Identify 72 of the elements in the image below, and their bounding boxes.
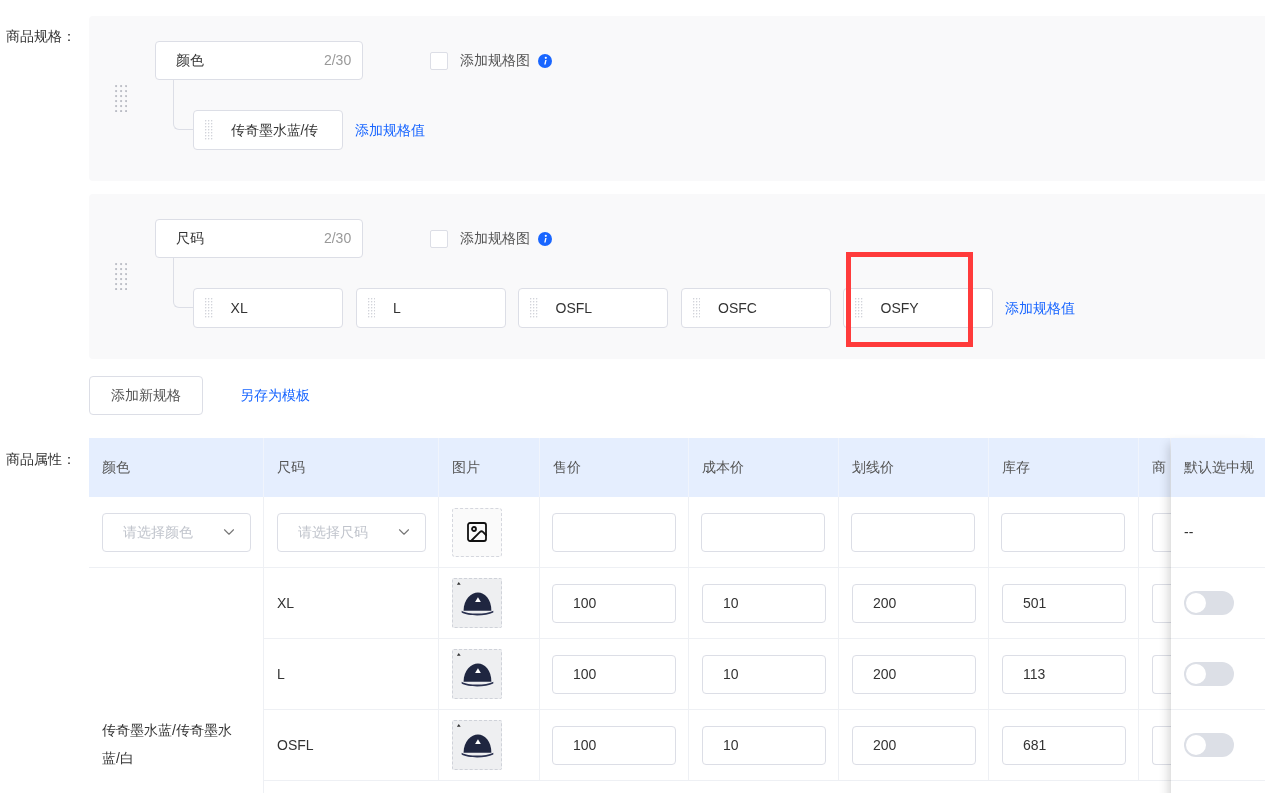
input-field[interactable]: 10 — [702, 583, 826, 623]
input-field[interactable]: 100 — [552, 654, 676, 694]
spec-value-input[interactable]: OSFY — [843, 288, 994, 328]
spec-name-input[interactable]: 尺码 2/30 — [155, 219, 364, 258]
spec-value-input[interactable]: XL — [193, 288, 344, 328]
column-header: 尺码 — [277, 458, 305, 477]
info-icon — [538, 231, 553, 246]
toggle-switch[interactable] — [1184, 591, 1234, 615]
input-field[interactable] — [1152, 725, 1171, 765]
drag-handle-icon[interactable] — [205, 120, 213, 140]
column-header: 库存 — [1002, 458, 1030, 477]
column-header: 颜色 — [102, 458, 130, 477]
cap-thumbnail — [452, 720, 502, 770]
drag-handle-icon[interactable] — [855, 298, 863, 318]
column-header: 划线价 — [852, 458, 894, 477]
input-field[interactable]: 200 — [852, 583, 976, 623]
cap-thumbnail — [452, 578, 502, 628]
save-template-link[interactable]: 另存为模板 — [240, 385, 310, 406]
column-header: 商 — [1152, 458, 1166, 477]
input-field[interactable]: 501 — [1002, 583, 1126, 623]
table-cell-text: OSFL — [277, 735, 314, 755]
input-field[interactable]: 681 — [1002, 725, 1126, 765]
cap-thumbnail — [452, 649, 502, 699]
image-upload-button[interactable] — [452, 507, 502, 557]
table-cell-text: L — [277, 664, 285, 684]
checkbox[interactable] — [430, 229, 449, 248]
input-field[interactable]: 10 — [702, 725, 826, 765]
input-field[interactable]: 113 — [1002, 654, 1126, 694]
spec-value-input[interactable]: OSFC — [680, 288, 831, 328]
input-field[interactable]: 200 — [852, 654, 976, 694]
column-header: 默认选中规 — [1184, 458, 1254, 477]
input-field[interactable] — [851, 512, 975, 552]
drag-handle-icon[interactable] — [205, 298, 213, 318]
spec-value-input[interactable]: 传奇墨水蓝/传 — [193, 110, 344, 150]
add-value-link[interactable]: 添加规格值 — [1005, 297, 1076, 319]
input-field[interactable] — [1152, 512, 1171, 552]
checkbox-label: 添加规格图 — [460, 229, 531, 248]
spec-name-input[interactable]: 颜色 2/30 — [155, 41, 364, 80]
info-icon — [538, 53, 553, 68]
drag-handle-icon[interactable] — [115, 262, 128, 291]
input-field[interactable]: 100 — [552, 725, 676, 765]
table-cell-text: 传奇墨水蓝/传奇墨水蓝/白 — [102, 721, 233, 768]
drag-handle-icon[interactable] — [530, 298, 538, 318]
spec-value-input[interactable]: L — [355, 288, 506, 328]
char-counter: 2/30 — [323, 229, 352, 248]
toggle-switch[interactable] — [1184, 733, 1234, 757]
input-field[interactable] — [1152, 583, 1171, 623]
field-label: 商品属性： — [6, 451, 76, 467]
toggle-switch[interactable] — [1184, 662, 1234, 686]
image-icon — [465, 520, 489, 544]
input-field[interactable] — [1001, 512, 1125, 552]
drag-handle-icon[interactable] — [692, 298, 701, 318]
column-header: 售价 — [553, 458, 581, 477]
input-field[interactable]: 10 — [702, 654, 826, 694]
char-counter: 2/30 — [323, 51, 352, 70]
checkbox[interactable] — [430, 51, 449, 70]
field-label: 商品规格： — [6, 28, 76, 44]
input-field[interactable] — [552, 512, 676, 552]
add-spec-button[interactable]: 添加新规格 — [89, 376, 203, 415]
input-field[interactable] — [701, 512, 825, 552]
table-cell-text: XL — [277, 593, 295, 613]
checkbox-label: 添加规格图 — [460, 51, 531, 70]
drag-handle-icon[interactable] — [115, 84, 128, 113]
input-field[interactable] — [1152, 654, 1171, 694]
input-field[interactable]: 200 — [852, 725, 976, 765]
table-cell-text: -- — [1184, 522, 1194, 542]
add-value-link[interactable]: 添加规格值 — [355, 119, 426, 141]
spec-value-input[interactable]: OSFL — [518, 288, 669, 328]
drag-handle-icon[interactable] — [367, 298, 376, 318]
column-header: 成本价 — [702, 458, 744, 477]
column-header: 图片 — [452, 458, 480, 477]
input-field[interactable]: 100 — [552, 583, 676, 623]
